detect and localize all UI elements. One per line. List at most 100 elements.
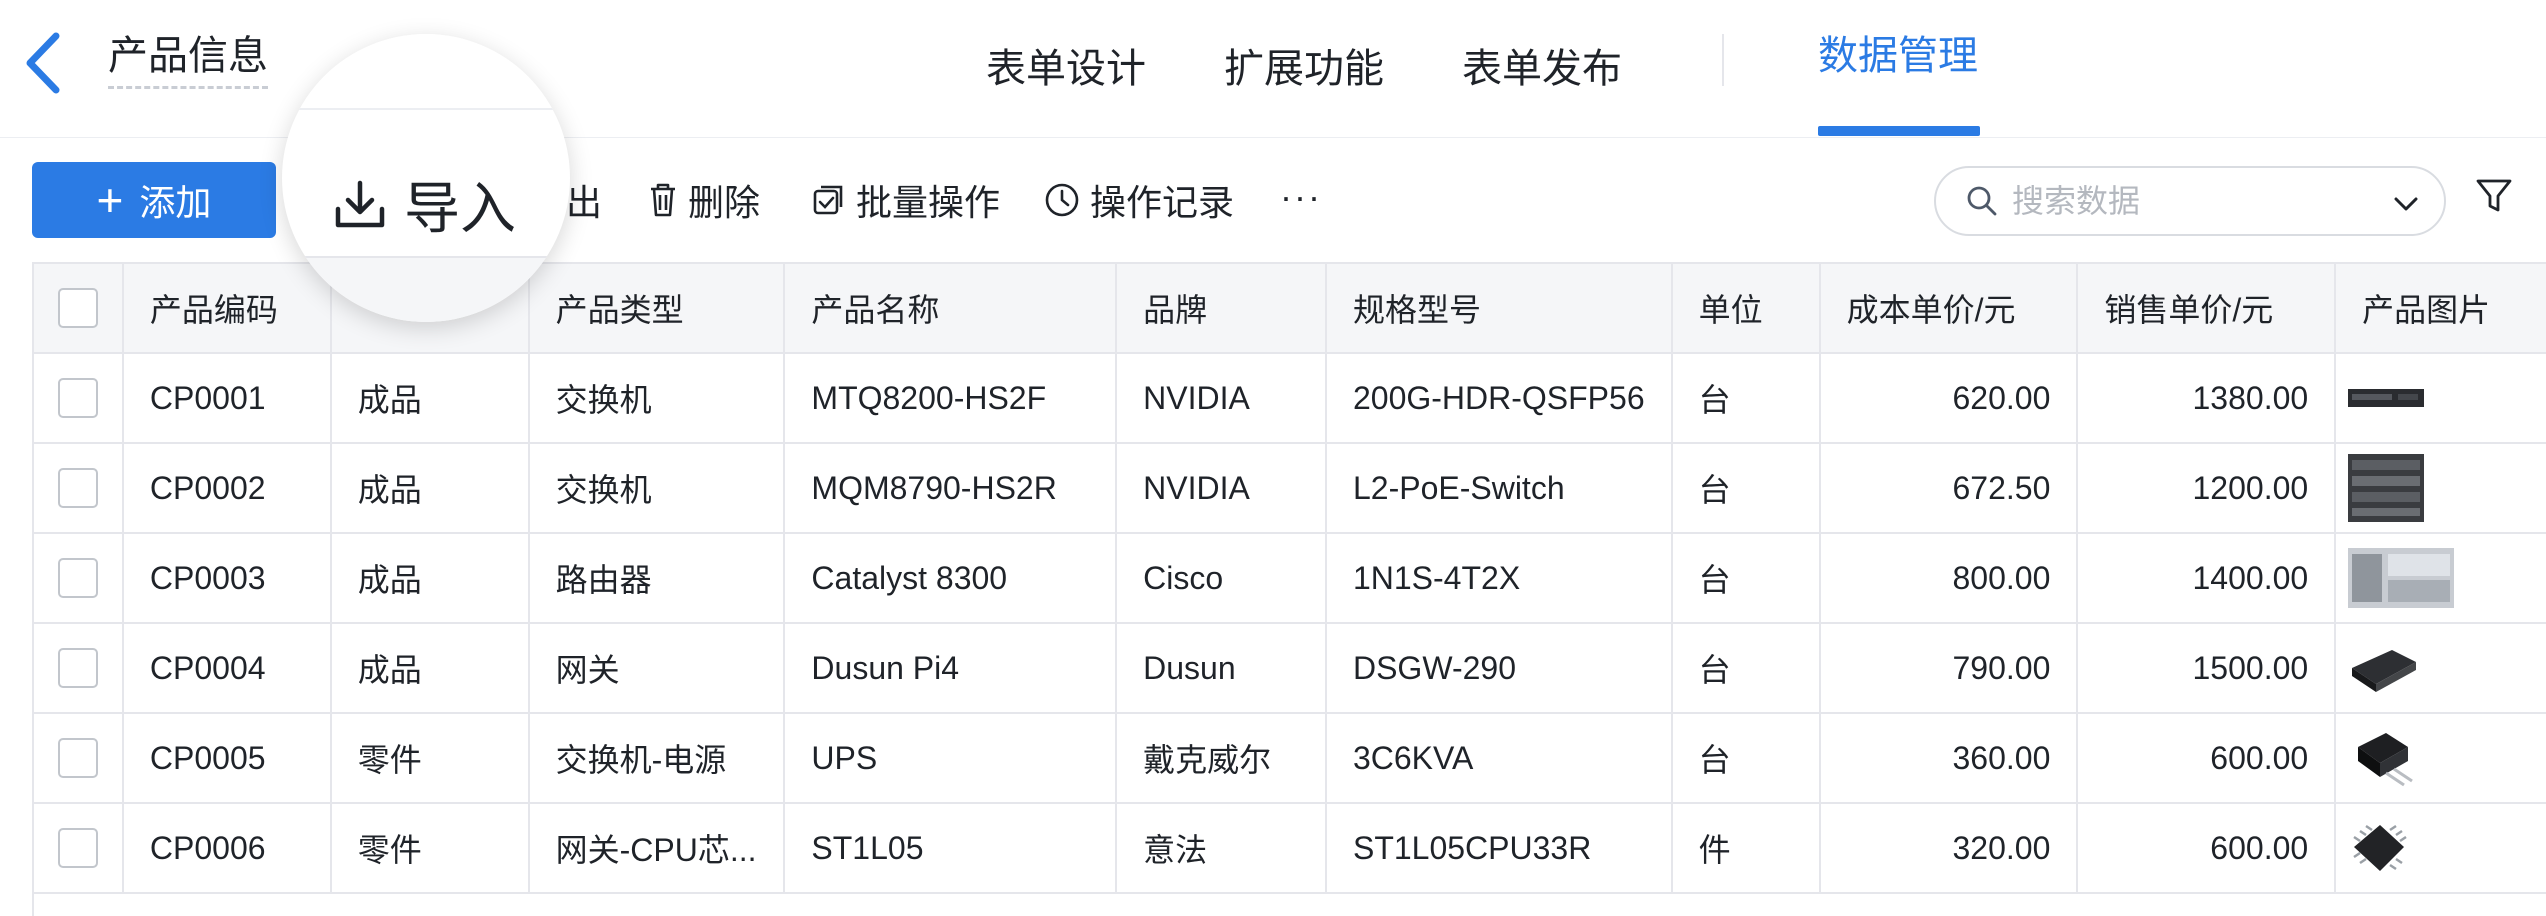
import-button-label: 导入 [404,177,516,240]
cell-category: 零件 [332,804,530,892]
cell-category: 成品 [332,624,530,712]
cell-cost: 672.50 [1821,444,2079,532]
column-header[interactable]: 产品图片 [2336,264,2546,352]
add-button-label: 添加 [139,182,212,223]
cell-code: CP0001 [124,354,332,442]
product-image-cell [2336,534,2546,622]
magnifier-nav-area [282,34,570,110]
cell-unit: 台 [1673,624,1821,712]
delete-button[interactable]: 删除 [648,162,760,238]
row-checkbox[interactable] [57,828,98,868]
column-header[interactable]: 成本单价/元 [1821,264,2079,352]
filter-button[interactable] [2474,176,2514,221]
cell-type: 路由器 [530,534,786,622]
row-checkbox-cell [34,624,124,712]
cell-code: CP0002 [124,444,332,532]
add-button[interactable]: + 添加 [32,162,276,238]
column-header[interactable]: 产品名称 [785,264,1118,352]
cell-name: UPS [785,714,1118,802]
cell-model: DSGW-290 [1327,624,1673,712]
export-button[interactable]: 出 [566,162,602,238]
cell-unit: 台 [1673,354,1821,442]
tab-extensions[interactable]: 扩展功能 [1224,43,1384,95]
cell-brand: NVIDIA [1117,444,1327,532]
table-row[interactable]: CP0006 零件 网关-CPU芯... ST1L05 意法 ST1L05CPU33R 件 3… [34,804,2546,894]
cell-model: ST1L05CPU33R [1327,804,1673,892]
row-checkbox-cell [34,534,124,622]
cell-type: 交换机 [530,444,786,532]
active-tab-indicator [1818,126,1980,136]
row-checkbox-cell [34,714,124,802]
batch-operation-button[interactable]: 批量操作 [812,162,1000,238]
cell-brand: 戴克威尔 [1117,714,1327,802]
cell-model: 200G-HDR-QSFP56 [1327,354,1673,442]
cell-price: 1200.00 [2078,444,2337,532]
cell-brand: 意法 [1117,804,1327,892]
magnifier-header-row [282,256,570,322]
cell-code: CP0006 [124,804,332,892]
product-image-cell [2336,624,2546,712]
power-chip-image [2358,733,2414,787]
cell-cost: 320.00 [1821,804,2079,892]
row-checkbox[interactable] [57,378,98,418]
operation-log-button[interactable]: 操作记录 [1044,162,1234,238]
plus-icon: + [96,174,124,226]
page-title[interactable]: 产品信息 [108,30,268,89]
select-all-checkbox[interactable] [57,288,98,328]
operation-log-label: 操作记录 [1090,182,1235,223]
cell-price: 1500.00 [2078,624,2337,712]
cell-type: 交换机-电源 [530,714,786,802]
cell-category: 成品 [332,444,530,532]
row-checkbox[interactable] [57,558,98,598]
tab-form-publish[interactable]: 表单发布 [1462,43,1622,95]
cell-brand: Dusun [1117,624,1327,712]
cell-code: CP0003 [124,534,332,622]
search-box [1934,166,2446,236]
tab-form-design[interactable]: 表单设计 [986,43,1146,95]
chevron-left-icon [26,32,60,94]
cell-name: Catalyst 8300 [785,534,1118,622]
zoom-magnifier: 导入 [282,34,570,322]
row-checkbox[interactable] [57,738,98,778]
table-row[interactable]: CP0003 成品 路由器 Catalyst 8300 Cisco 1N1S-4T2X 台 8… [34,534,2546,624]
chevron-down-icon[interactable] [2390,188,2422,220]
more-menu-button[interactable]: ··· [1280,176,1322,218]
table-row[interactable]: CP0005 零件 交换机-电源 UPS 戴克威尔 3C6KVA 台 360.00 600.00 [34,714,2546,804]
cell-category: 成品 [332,534,530,622]
import-button[interactable]: 导入 [332,164,516,245]
download-icon [335,180,385,227]
row-checkbox-cell [34,444,124,532]
cell-price: 600.00 [2078,714,2337,802]
row-checkbox[interactable] [57,648,98,688]
cell-category: 零件 [332,714,530,802]
row-checkbox-cell [34,354,124,442]
back-button[interactable] [20,28,70,98]
cell-type: 网关 [530,624,786,712]
cell-price: 1380.00 [2078,354,2337,442]
nav-tabs: 表单设计 扩展功能 表单发布 [986,0,1700,138]
cell-cost: 800.00 [1821,534,2079,622]
cpu-chip-image [2353,824,2407,871]
row-checkbox-cell [34,804,124,892]
export-button-label: 出 [566,182,603,223]
column-header[interactable]: 单位 [1673,264,1821,352]
cell-price: 1400.00 [2078,534,2337,622]
table-body: CP0001 成品 交换机 MTQ8200-HS2F NVIDIA 200G-HDR-QS… [34,354,2546,894]
column-header[interactable]: 品牌 [1117,264,1327,352]
product-image-cell [2336,804,2546,892]
column-header[interactable]: 销售单价/元 [2078,264,2337,352]
cell-code: CP0005 [124,714,332,802]
cell-unit: 台 [1673,714,1821,802]
cell-cost: 790.00 [1821,624,2079,712]
product-image-cell [2336,354,2546,442]
switch-image [2348,389,2425,407]
tab-data-management[interactable]: 数据管理 [1818,30,1978,82]
search-input[interactable] [2012,182,2372,220]
table-row[interactable]: CP0004 成品 网关 Dusun Pi4 Dusun DSGW-290 台 790.00 1… [34,624,2546,714]
table-row[interactable]: CP0001 成品 交换机 MTQ8200-HS2F NVIDIA 200G-HDR-QS… [34,354,2546,444]
cell-cost: 360.00 [1821,714,2079,802]
column-header[interactable]: 规格型号 [1327,264,1673,352]
row-checkbox[interactable] [57,468,98,508]
table-row[interactable]: CP0002 成品 交换机 MQM8790-HS2R NVIDIA L2-PoE-Swit… [34,444,2546,534]
cell-unit: 台 [1673,444,1821,532]
